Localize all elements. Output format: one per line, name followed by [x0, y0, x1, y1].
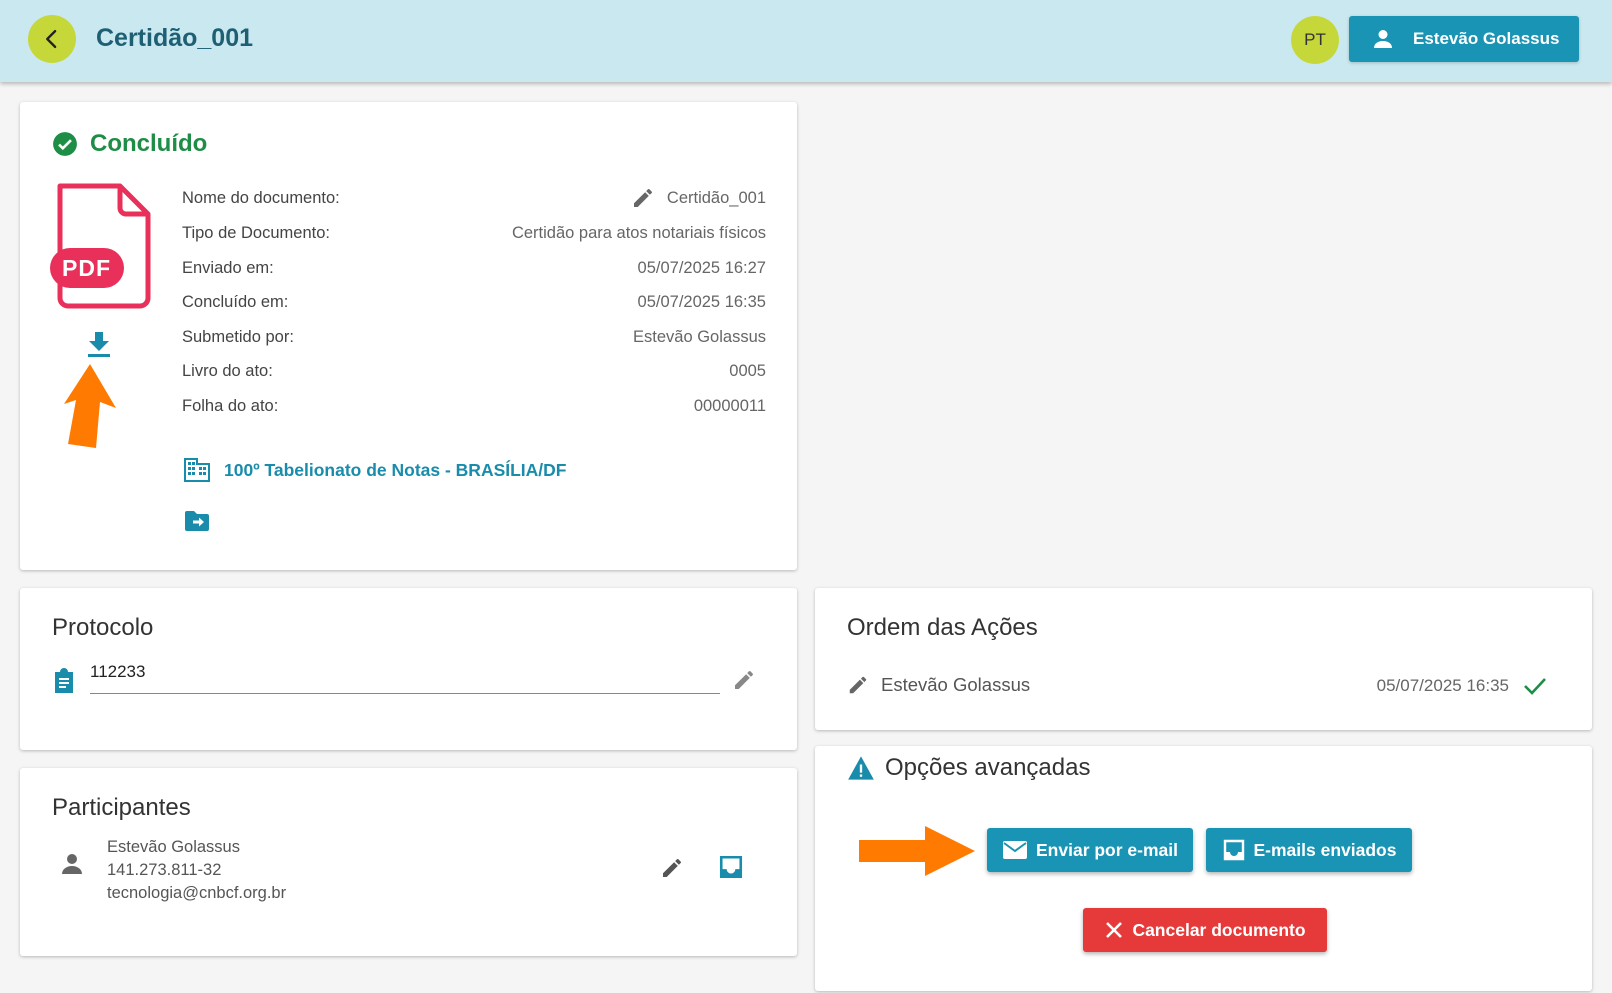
download-button[interactable] — [86, 330, 112, 363]
status-text: Concluído — [90, 130, 208, 157]
protocol-card: Protocolo 112233 — [20, 588, 797, 750]
office-link[interactable]: 100º Tabelionato de Notas - BRASÍLIA/DF — [184, 458, 567, 482]
person-icon — [1374, 30, 1392, 48]
advanced-title: Opções avançadas — [847, 754, 1090, 782]
language-selector[interactable]: PT — [1291, 16, 1339, 64]
close-icon — [1106, 922, 1123, 938]
pencil-icon — [663, 859, 681, 877]
participant-inbox-button[interactable] — [718, 854, 744, 885]
annotation-arrow-up — [62, 364, 118, 453]
sent-emails-button[interactable]: E-mails enviados — [1206, 828, 1412, 872]
download-icon — [88, 332, 110, 357]
advanced-title-text: Opções avançadas — [885, 754, 1091, 781]
cancel-document-button[interactable]: Cancelar documento — [1083, 908, 1327, 952]
pen-icon — [849, 676, 867, 694]
info-label: Enviado em: — [182, 259, 274, 277]
back-button[interactable] — [28, 15, 76, 63]
info-label: Folha do ato: — [182, 397, 279, 415]
info-value-wrap: Certidão_001 — [631, 186, 766, 210]
pdf-label: PDF — [62, 255, 111, 281]
action-date-wrap: 05/07/2025 16:35 — [1377, 676, 1547, 696]
info-label: Tipo de Documento: — [182, 224, 330, 242]
pdf-file-icon[interactable]: PDF — [50, 182, 154, 310]
info-value: 05/07/2025 16:27 — [637, 259, 766, 277]
inbox-icon — [719, 855, 743, 879]
building-icon — [184, 458, 210, 482]
status-badge: Concluído — [52, 130, 207, 158]
move-folder-button[interactable] — [184, 510, 210, 537]
inbox-icon — [1223, 839, 1244, 861]
user-menu-button[interactable]: Estevão Golassus — [1349, 16, 1579, 62]
clipboard-icon — [52, 668, 76, 699]
chevron-left-icon — [46, 29, 57, 49]
participants-card: Participantes Estevão Golassus 141.273.8… — [20, 768, 797, 956]
sent-emails-label: E-mails enviados — [1253, 839, 1397, 860]
page-title: Certidão_001 — [96, 24, 254, 52]
person-icon — [60, 852, 84, 881]
pencil-icon[interactable] — [631, 186, 655, 210]
info-row-submitted: Submetido por: Estevão Golassus — [182, 328, 766, 347]
actions-order-card: Ordem das Ações Estevão Golassus 05/07/2… — [815, 588, 1592, 730]
check-icon — [1524, 678, 1546, 695]
list-item: Estevão Golassus 141.273.811-32 tecnolog… — [107, 836, 286, 905]
warning-icon — [848, 756, 874, 780]
participant-cpf: 141.273.811-32 — [107, 861, 222, 879]
participants-title: Participantes — [52, 794, 191, 821]
info-label: Nome do documento: — [182, 188, 340, 207]
info-value: 00000011 — [693, 397, 766, 415]
info-value: 0005 — [729, 362, 766, 380]
info-row-type: Tipo de Documento: Certidão para atos no… — [182, 224, 766, 243]
info-row-sent: Enviado em: 05/07/2025 16:27 — [182, 259, 766, 278]
info-value: Estevão Golassus — [633, 328, 766, 346]
participant-email: tecnologia@cnbcf.org.br — [107, 884, 287, 902]
info-value: Certidão_001 — [666, 188, 766, 207]
actions-order-title: Ordem das Ações — [847, 614, 1038, 641]
protocol-input[interactable]: 112233 — [90, 658, 720, 694]
action-date: 05/07/2025 16:35 — [1376, 676, 1509, 695]
info-label: Concluído em: — [182, 293, 289, 311]
participant-edit-button[interactable] — [660, 856, 684, 885]
annotation-arrow-right — [859, 826, 975, 881]
protocol-edit-button[interactable] — [732, 668, 756, 697]
info-value: 05/07/2025 16:35 — [637, 293, 766, 311]
action-user: Estevão Golassus — [881, 674, 1031, 695]
check-circle-icon — [53, 132, 77, 156]
document-card: Concluído PDF Nome do documento: Certidã… — [20, 102, 797, 570]
pencil-icon — [735, 671, 753, 689]
info-row-sheet: Folha do ato: 00000011 — [182, 397, 766, 416]
cancel-label: Cancelar documento — [1132, 919, 1306, 940]
participant-name: Estevão Golassus — [107, 838, 240, 856]
top-bar: Certidão_001 PT Estevão Golassus — [0, 0, 1612, 82]
office-name: 100º Tabelionato de Notas - BRASÍLIA/DF — [224, 459, 567, 480]
info-value: Certidão para atos notariais físicos — [511, 224, 766, 242]
info-label: Livro do ato: — [182, 362, 273, 380]
info-row-book: Livro do ato: 0005 — [182, 362, 766, 381]
mail-icon — [1003, 841, 1027, 859]
send-email-button[interactable]: Enviar por e-mail — [987, 828, 1193, 872]
info-row-completed: Concluído em: 05/07/2025 16:35 — [182, 293, 766, 312]
send-email-label: Enviar por e-mail — [1036, 839, 1178, 860]
folder-move-icon — [185, 511, 209, 531]
info-row-name: Nome do documento: Certidão_001 — [182, 186, 766, 210]
info-label: Submetido por: — [182, 328, 294, 346]
user-name: Estevão Golassus — [1413, 29, 1560, 48]
list-item: Estevão Golassus 05/07/2025 16:35 — [847, 674, 1547, 696]
protocol-title: Protocolo — [52, 614, 154, 641]
advanced-options-card: Opções avançadas Enviar por e-mail E-mai… — [815, 746, 1592, 991]
